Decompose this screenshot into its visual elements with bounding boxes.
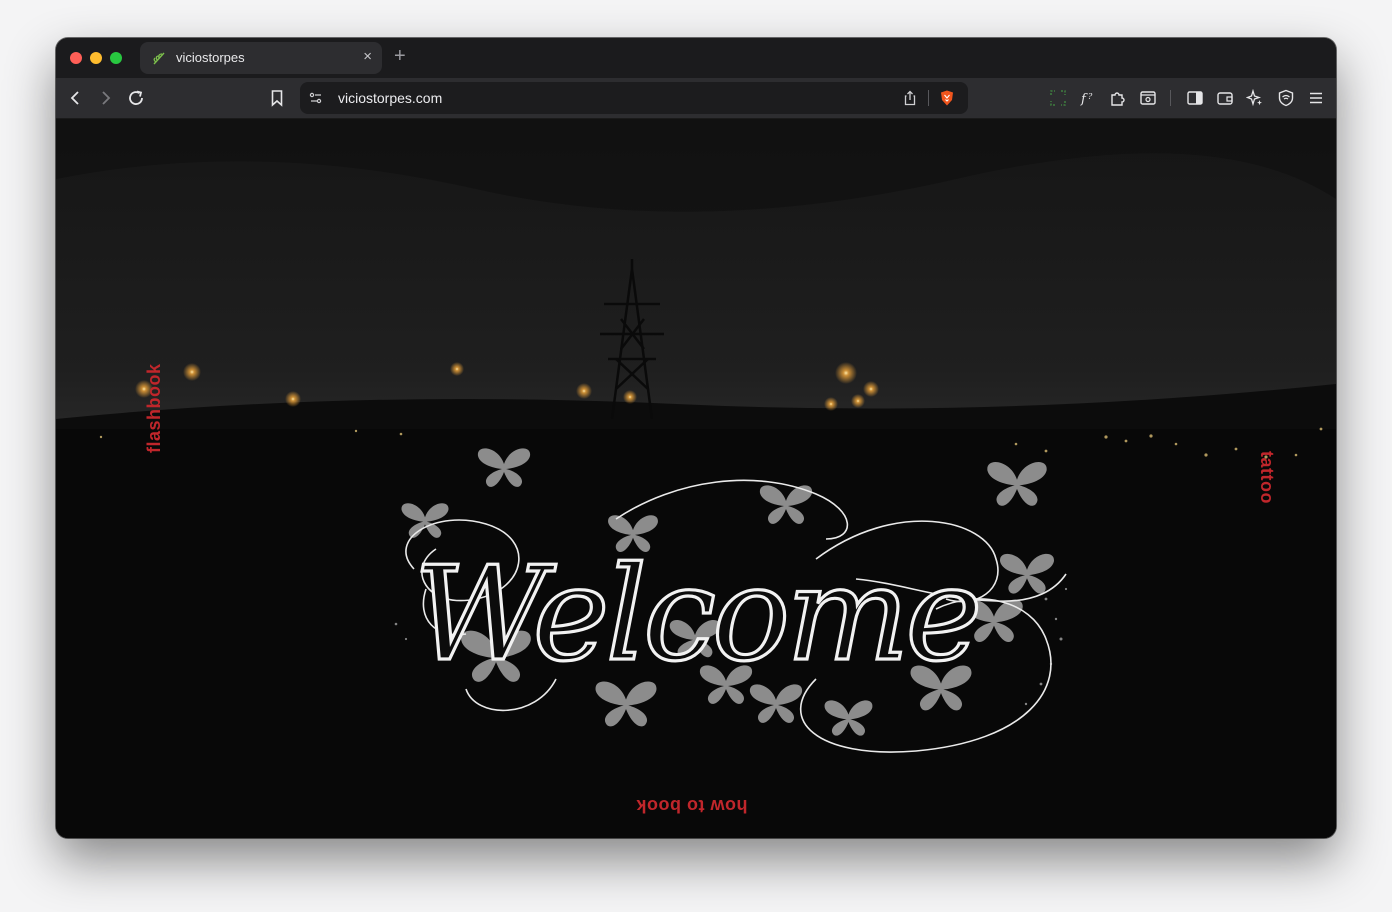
- tab-bar: viciostorpes × +: [56, 38, 1336, 78]
- tab-title: viciostorpes: [176, 50, 245, 65]
- site-settings-icon[interactable]: [304, 86, 328, 110]
- leo-ai-icon[interactable]: [1243, 86, 1267, 110]
- svg-text:f: f: [1080, 92, 1088, 107]
- screenshot-icon[interactable]: [1046, 86, 1070, 110]
- tab-close-button[interactable]: ×: [363, 48, 372, 65]
- active-tab[interactable]: viciostorpes ×: [140, 42, 382, 74]
- minimize-window-button[interactable]: [90, 52, 102, 64]
- address-separator: [928, 90, 929, 106]
- sidebar-icon[interactable]: [1183, 86, 1207, 110]
- browser-window: viciostorpes × + viciostorpes.com f ? We…: [56, 38, 1336, 838]
- close-window-button[interactable]: [70, 52, 82, 64]
- nav-link-tattoo[interactable]: tattoo: [1256, 451, 1277, 504]
- welcome-script: Welcome: [414, 538, 979, 690]
- url-text: viciostorpes.com: [338, 90, 443, 106]
- reload-icon[interactable]: [124, 86, 148, 110]
- nav-link-how-to-book[interactable]: how to book: [636, 795, 747, 816]
- browser-toolbar: viciostorpes.com f?: [56, 78, 1336, 119]
- address-bar[interactable]: viciostorpes.com: [300, 82, 968, 114]
- wallet-icon[interactable]: [1213, 86, 1237, 110]
- reader-mode-icon[interactable]: [1136, 86, 1160, 110]
- vpn-icon[interactable]: [1274, 86, 1298, 110]
- hero-night-background: Welcome: [56, 119, 1336, 838]
- page-content: Welcome flashbook tattoo how to book: [56, 119, 1336, 838]
- window-controls: [70, 52, 122, 64]
- forward-arrow-icon[interactable]: [93, 86, 117, 110]
- menu-icon[interactable]: [1304, 86, 1328, 110]
- back-arrow-icon[interactable]: [64, 86, 88, 110]
- leaf-icon: [153, 52, 165, 65]
- svg-text:?: ?: [1088, 92, 1093, 101]
- zoom-window-button[interactable]: [110, 52, 122, 64]
- brave-shields-icon[interactable]: [935, 86, 959, 110]
- nav-link-flashbook[interactable]: flashbook: [144, 363, 165, 453]
- share-icon[interactable]: [898, 86, 922, 110]
- extensions-icon[interactable]: [1106, 86, 1130, 110]
- new-tab-button[interactable]: +: [394, 45, 406, 68]
- font-icon[interactable]: f?: [1076, 86, 1100, 110]
- bookmark-icon[interactable]: [265, 86, 289, 110]
- toolbar-separator: [1170, 90, 1171, 106]
